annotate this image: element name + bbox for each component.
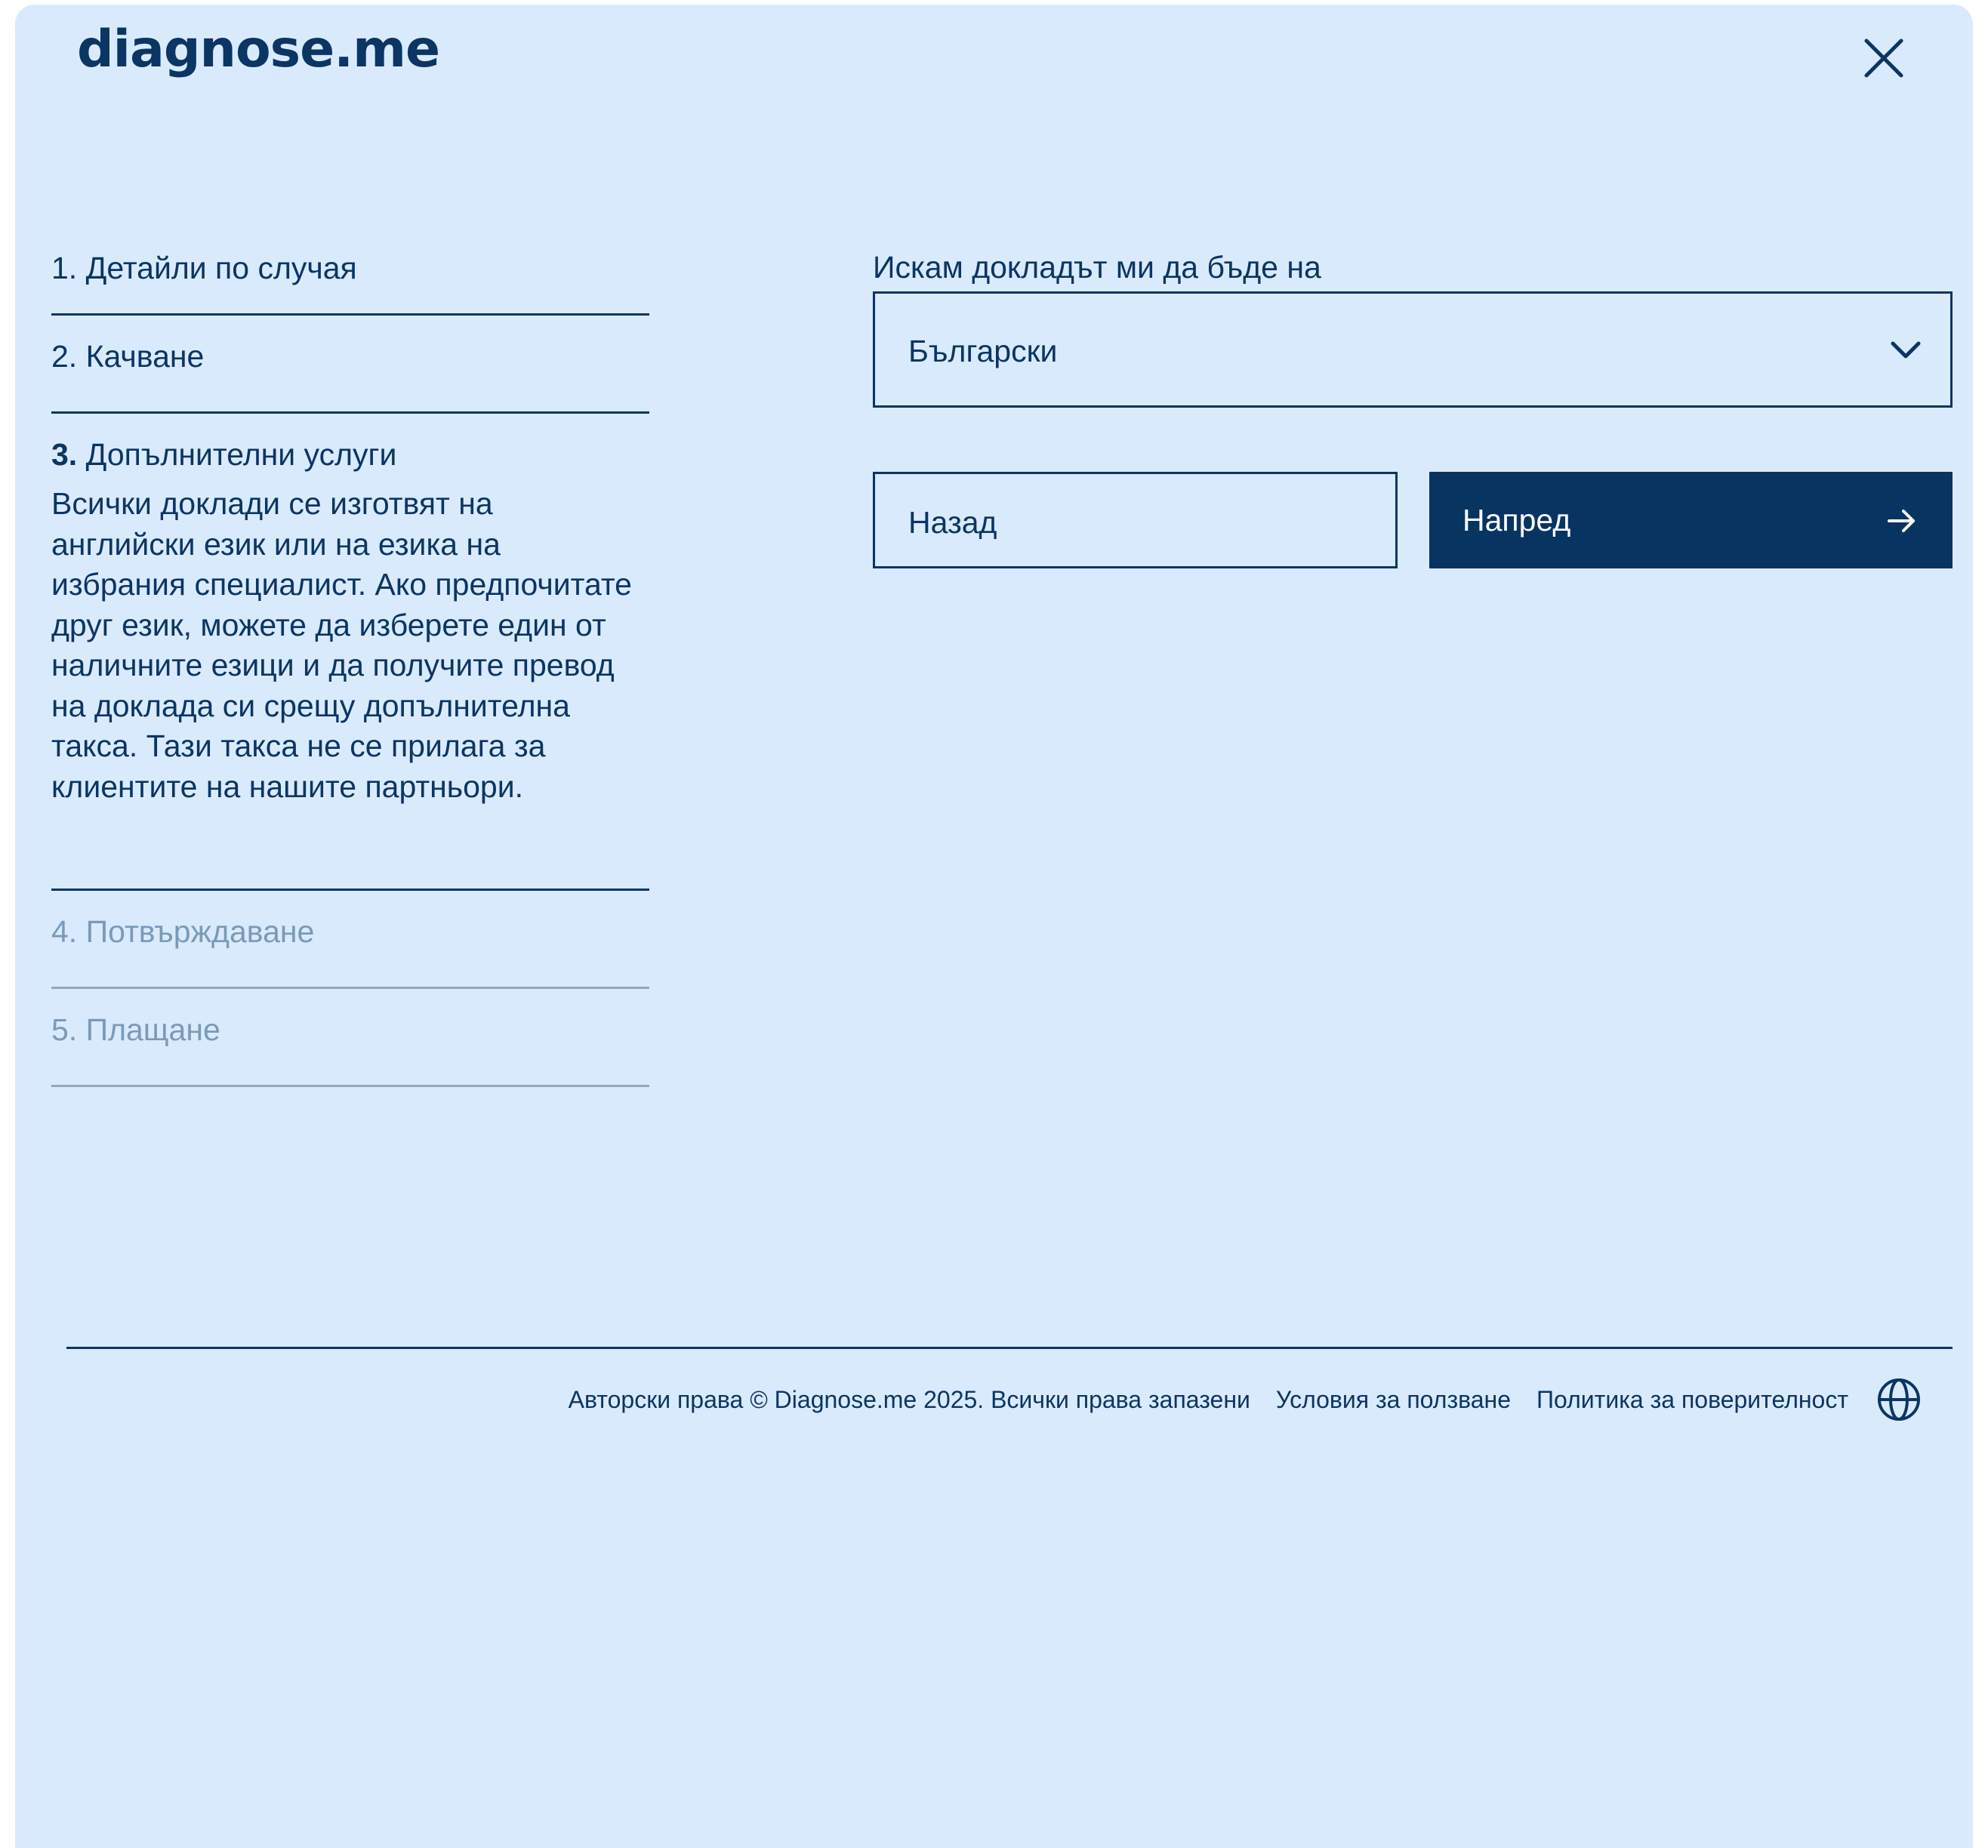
step-title: Допълнителни услуги (85, 437, 397, 472)
step-number: 3. (51, 437, 78, 472)
step-title: Качване (85, 339, 205, 374)
step-description: Всички доклади се изготвят на английски … (51, 486, 632, 804)
close-button[interactable] (1857, 32, 1910, 85)
language-label: Искам докладът ми да бъде на (873, 250, 1321, 285)
arrow-right-icon (1888, 510, 1915, 532)
back-button-label: Назад (908, 505, 997, 540)
step-upload[interactable]: 2. Качване (51, 316, 649, 414)
modal-panel: diagnose.me 1. Детайли по случая 2. Качв… (15, 5, 1973, 1848)
footer: Авторски права © Diagnose.me 2025. Всичк… (569, 1375, 1922, 1424)
step-additional-services: 3. Допълнителни услуги Всички доклади се… (51, 414, 649, 891)
logo: diagnose.me (77, 20, 440, 79)
language-select-value: Български (908, 334, 1058, 368)
terms-link[interactable]: Условия за ползване (1276, 1386, 1511, 1414)
language-switcher-button[interactable] (1876, 1376, 1922, 1423)
language-select[interactable]: Български (873, 291, 1953, 408)
step-number: 2. (51, 339, 78, 374)
step-number: 1. (51, 251, 78, 285)
step-title: Плащане (85, 1012, 220, 1047)
next-button[interactable]: Напред (1429, 472, 1953, 568)
globe-icon (1878, 1378, 1920, 1421)
step-payment: 5. Плащане (51, 989, 649, 1087)
close-icon (1864, 38, 1903, 78)
back-button[interactable]: Назад (873, 472, 1398, 568)
privacy-link[interactable]: Политика за поверителност (1536, 1386, 1848, 1414)
steps-list: 1. Детайли по случая 2. Качване 3. Допъл… (51, 228, 649, 1087)
step-title: Потвърждаване (85, 914, 315, 949)
next-button-label: Напред (1462, 503, 1571, 537)
step-number: 4. (51, 914, 78, 949)
step-title: Детайли по случая (85, 251, 357, 285)
step-case-details[interactable]: 1. Детайли по случая (51, 228, 649, 316)
step-confirmation: 4. Потвърждаване (51, 891, 649, 989)
footer-divider (66, 1347, 1953, 1349)
footer-copyright: Авторски права © Diagnose.me 2025. Всичк… (568, 1385, 1250, 1413)
step-number: 5. (51, 1012, 78, 1047)
chevron-down-icon (1891, 341, 1921, 359)
